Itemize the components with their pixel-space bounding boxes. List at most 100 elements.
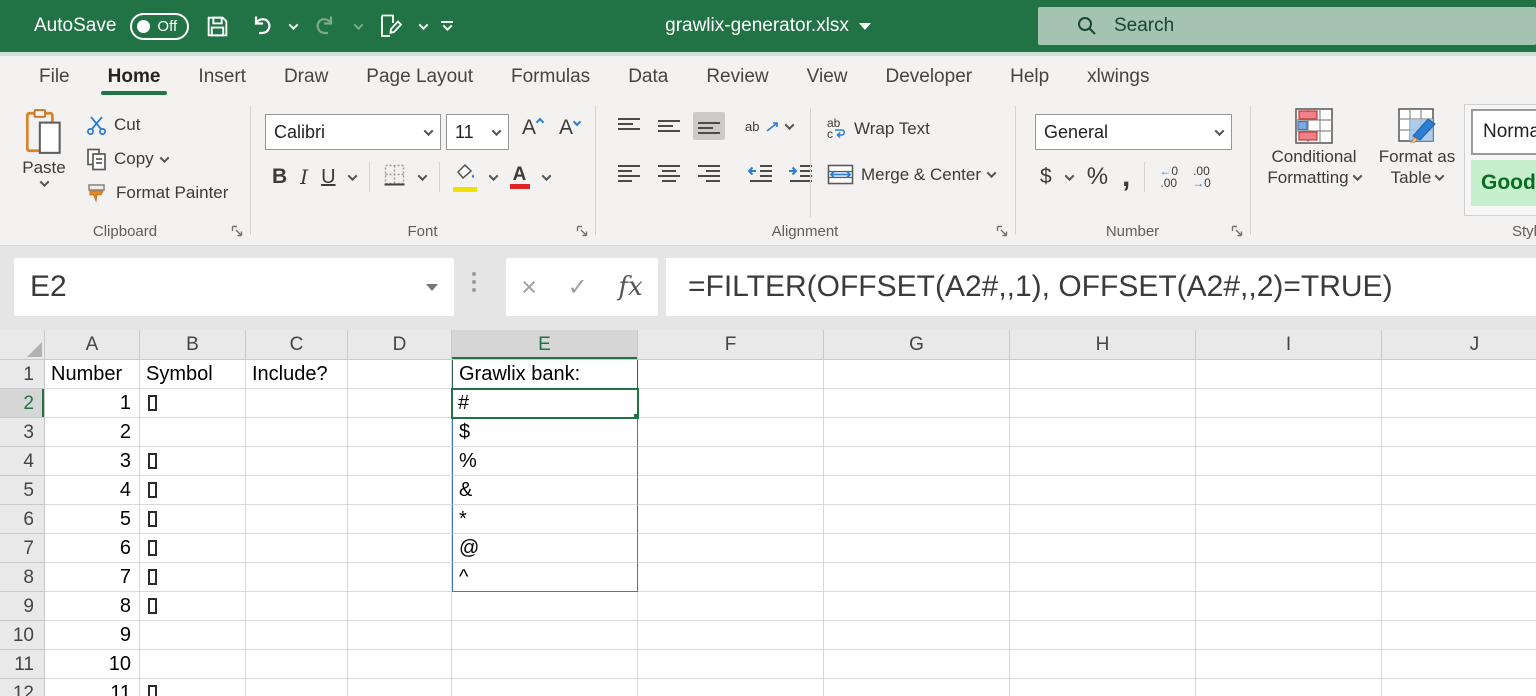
cell-A11[interactable]: 10 <box>45 650 140 679</box>
cell-I8[interactable] <box>1196 563 1382 592</box>
draw-document-button[interactable] <box>376 11 406 41</box>
decrease-font-size-button[interactable]: A <box>559 116 580 140</box>
cell-J3[interactable] <box>1382 418 1536 447</box>
cell-C9[interactable] <box>246 592 348 621</box>
cell-G4[interactable] <box>824 447 1010 476</box>
cell-I7[interactable] <box>1196 534 1382 563</box>
cell-A9[interactable]: 8 <box>45 592 140 621</box>
name-box[interactable]: E2 <box>14 258 454 316</box>
cell-G3[interactable] <box>824 418 1010 447</box>
decrease-indent-button[interactable] <box>745 160 777 186</box>
cell-A10[interactable]: 9 <box>45 621 140 650</box>
cell-E7[interactable]: @ <box>452 534 638 563</box>
cell-G8[interactable] <box>824 563 1010 592</box>
fill-color-button[interactable] <box>453 163 477 192</box>
accounting-format-button[interactable]: $ <box>1040 165 1052 189</box>
alignment-dialog-launcher-icon[interactable] <box>996 225 1008 237</box>
cell-J11[interactable] <box>1382 650 1536 679</box>
paste-button[interactable]: Paste <box>16 108 72 187</box>
cell-B11[interactable] <box>140 650 246 679</box>
cell-I4[interactable] <box>1196 447 1382 476</box>
cell-H4[interactable] <box>1010 447 1196 476</box>
name-box-dropdown-icon[interactable] <box>426 284 438 291</box>
cell-B5[interactable] <box>140 476 246 505</box>
column-header-I[interactable]: I <box>1196 330 1382 360</box>
autosave-toggle[interactable]: Off <box>130 13 189 40</box>
cell-J8[interactable] <box>1382 563 1536 592</box>
cell-I5[interactable] <box>1196 476 1382 505</box>
cell-D12[interactable] <box>348 679 452 696</box>
cell-J5[interactable] <box>1382 476 1536 505</box>
column-header-A[interactable]: A <box>45 330 140 360</box>
cell-A7[interactable]: 6 <box>45 534 140 563</box>
redo-button[interactable] <box>311 11 341 41</box>
number-dialog-launcher-icon[interactable] <box>1231 225 1243 237</box>
cell-D3[interactable] <box>348 418 452 447</box>
cell-B1[interactable]: Symbol <box>140 360 246 389</box>
search-box[interactable]: Search <box>1038 7 1536 45</box>
paste-chevron-icon[interactable] <box>39 177 49 187</box>
cell-C2[interactable] <box>246 389 348 418</box>
save-button[interactable] <box>203 12 232 41</box>
cell-D4[interactable] <box>348 447 452 476</box>
decrease-decimal-button[interactable]: .00 →0 <box>1192 165 1211 189</box>
cell-E4[interactable]: % <box>452 447 638 476</box>
row-header-7[interactable]: 7 <box>0 534 45 563</box>
cell-I2[interactable] <box>1196 389 1382 418</box>
cell-C4[interactable] <box>246 447 348 476</box>
column-header-F[interactable]: F <box>638 330 824 360</box>
tab-page-layout[interactable]: Page Layout <box>347 56 492 98</box>
tab-draw[interactable]: Draw <box>265 56 347 98</box>
cell-C6[interactable] <box>246 505 348 534</box>
cell-I6[interactable] <box>1196 505 1382 534</box>
format-painter-button[interactable]: Format Painter <box>86 180 228 206</box>
cell-A8[interactable]: 7 <box>45 563 140 592</box>
font-color-button[interactable]: A <box>510 166 530 189</box>
tab-review[interactable]: Review <box>687 56 787 98</box>
cell-D5[interactable] <box>348 476 452 505</box>
column-header-G[interactable]: G <box>824 330 1010 360</box>
cell-G11[interactable] <box>824 650 1010 679</box>
increase-indent-button[interactable] <box>785 160 817 186</box>
row-header-1[interactable]: 1 <box>0 360 45 389</box>
accounting-chevron-icon[interactable] <box>1064 171 1074 181</box>
font-size-combobox[interactable]: 11 <box>446 114 509 150</box>
cell-J12[interactable] <box>1382 679 1536 696</box>
cancel-icon[interactable]: × <box>521 272 537 303</box>
cell-G1[interactable] <box>824 360 1010 389</box>
cell-F10[interactable] <box>638 621 824 650</box>
cell-I10[interactable] <box>1196 621 1382 650</box>
cell-C7[interactable] <box>246 534 348 563</box>
borders-button[interactable] <box>383 163 406 191</box>
cell-B2[interactable] <box>140 389 246 418</box>
column-header-B[interactable]: B <box>140 330 246 360</box>
cell-C1[interactable]: Include? <box>246 360 348 389</box>
fill-handle[interactable] <box>633 413 638 418</box>
cell-C10[interactable] <box>246 621 348 650</box>
tab-help[interactable]: Help <box>991 56 1068 98</box>
cell-F12[interactable] <box>638 679 824 696</box>
cell-I12[interactable] <box>1196 679 1382 696</box>
column-header-D[interactable]: D <box>348 330 452 360</box>
formula-bar-grip-icon[interactable] <box>472 272 476 292</box>
cell-F9[interactable] <box>638 592 824 621</box>
cell-F5[interactable] <box>638 476 824 505</box>
tab-view[interactable]: View <box>788 56 867 98</box>
column-header-J[interactable]: J <box>1382 330 1536 360</box>
orientation-button[interactable]: ab <box>745 119 793 134</box>
italic-button[interactable]: I <box>300 165 308 189</box>
cell-B3[interactable] <box>140 418 246 447</box>
percent-style-button[interactable]: % <box>1087 163 1108 191</box>
cell-F3[interactable] <box>638 418 824 447</box>
cell-D7[interactable] <box>348 534 452 563</box>
increase-decimal-button[interactable]: ←0 .00 <box>1159 165 1178 189</box>
cell-G10[interactable] <box>824 621 1010 650</box>
undo-button[interactable] <box>246 11 276 41</box>
merge-center-button[interactable]: Merge & Center <box>827 164 995 185</box>
cell-F6[interactable] <box>638 505 824 534</box>
cell-G7[interactable] <box>824 534 1010 563</box>
cell-B10[interactable] <box>140 621 246 650</box>
row-header-3[interactable]: 3 <box>0 418 45 447</box>
cell-A2[interactable]: 1 <box>45 389 140 418</box>
cell-A4[interactable]: 3 <box>45 447 140 476</box>
